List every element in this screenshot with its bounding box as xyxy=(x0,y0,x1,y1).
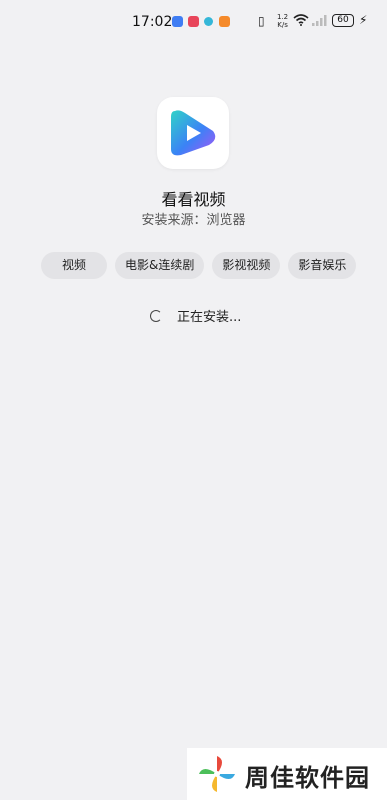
play-icon xyxy=(171,110,216,156)
watermark: 周佳软件园 xyxy=(187,748,387,800)
wifi-icon xyxy=(293,14,309,26)
loading-spinner-icon xyxy=(150,309,162,322)
notification-icon-2 xyxy=(188,16,199,27)
battery-indicator: 60 xyxy=(332,14,354,27)
tag-movie-series: 电影&连续剧 xyxy=(115,252,205,279)
network-speed: 1.2 K/s xyxy=(277,13,288,29)
network-speed-unit: K/s xyxy=(277,21,288,29)
install-source: 安装来源：浏览器 xyxy=(141,213,246,228)
status-bar: 17:02 ▯ 1.2 K/s 60 ⚡ xyxy=(0,0,387,44)
notification-icon-1 xyxy=(172,16,183,27)
app-icon xyxy=(157,97,229,169)
network-speed-value: 1.2 xyxy=(277,13,289,21)
install-progress: 正在安装... xyxy=(150,306,241,325)
tag-film-video: 影视视频 xyxy=(212,252,281,279)
signal-icon xyxy=(312,15,327,26)
tag-video: 视频 xyxy=(41,252,108,279)
category-tags: 视频 电影&连续剧 影视视频 影音娱乐 xyxy=(41,252,357,279)
notification-icon-3 xyxy=(204,17,213,26)
vibrate-icon: ▯ xyxy=(258,14,265,28)
clock: 17:02 xyxy=(132,14,173,30)
charging-icon: ⚡ xyxy=(359,13,368,27)
installing-label: 正在安装... xyxy=(177,310,242,325)
notification-icon-4 xyxy=(219,16,230,27)
tag-entertainment: 影音娱乐 xyxy=(288,252,357,279)
app-name: 看看视频 xyxy=(161,190,226,209)
pinwheel-logo-icon xyxy=(199,756,235,792)
watermark-text: 周佳软件园 xyxy=(245,764,370,792)
